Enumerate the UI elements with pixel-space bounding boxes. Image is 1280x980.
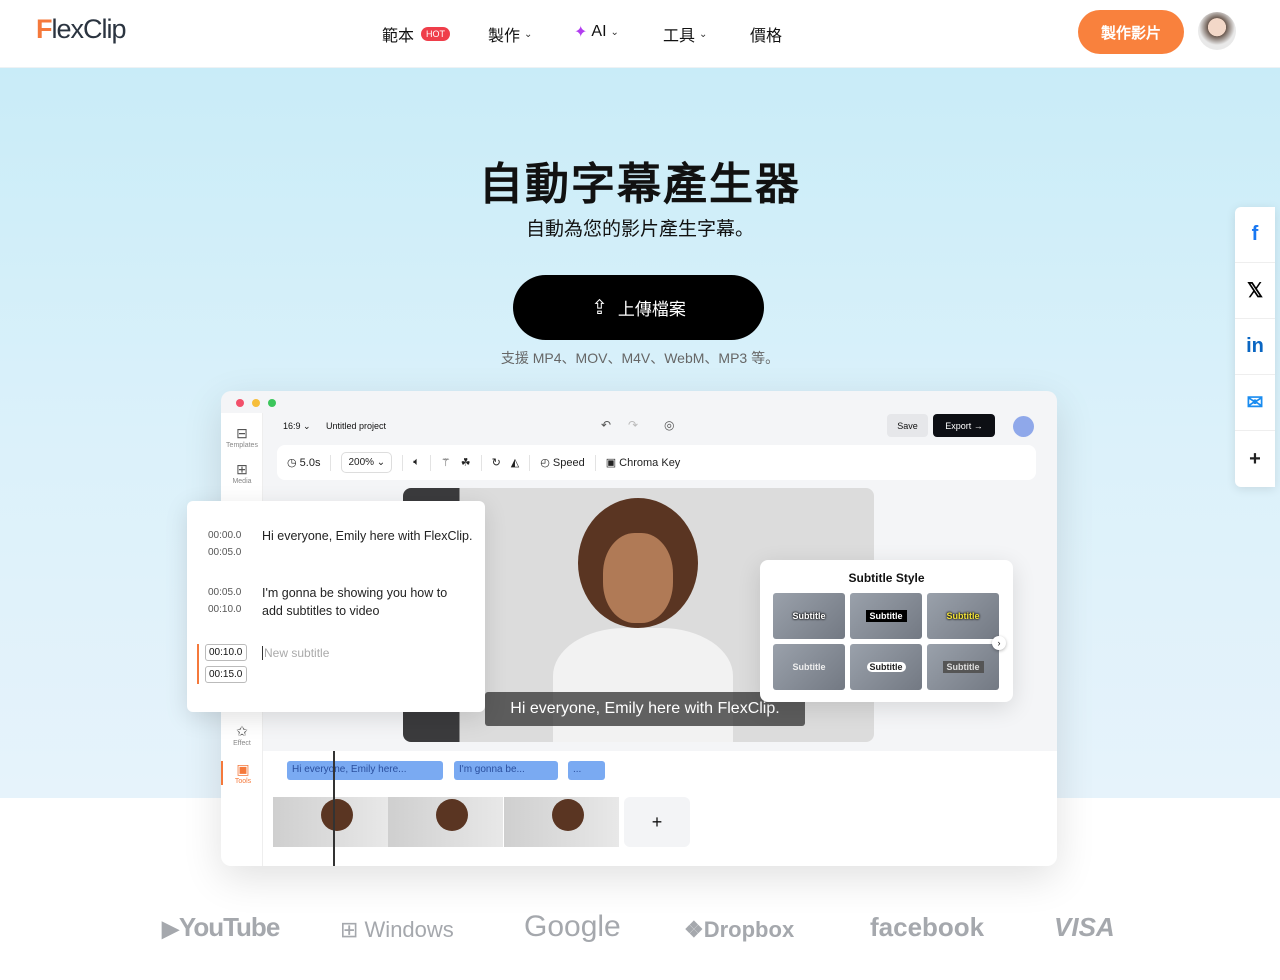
clip-thumbnail[interactable] (504, 797, 619, 847)
save-button[interactable]: Save (887, 414, 928, 437)
nav-tools[interactable]: 工具 ⌄ (663, 22, 707, 46)
magic-wand-icon[interactable]: ⚚ (441, 456, 451, 469)
redo-icon[interactable]: ↷ (628, 418, 638, 432)
sidebar-item-templates[interactable]: ⊟ Templates (221, 425, 263, 449)
media-icon: ⊞ (236, 461, 248, 477)
windows-logo: ⊞ Windows (340, 917, 454, 942)
supported-formats: 支援 MP4、MOV、M4V、WebM、MP3 等。 (500, 350, 780, 366)
sidebar-item-effect[interactable]: ✩ Effect (221, 723, 263, 747)
nav-templates[interactable]: 範本 HOT (382, 22, 451, 46)
nav-create[interactable]: 製作 ⌄ (488, 22, 532, 46)
style-tile[interactable]: Subtitle (850, 644, 922, 690)
style-tile[interactable]: Subtitle (927, 593, 999, 639)
more-share-icon[interactable]: + (1235, 431, 1275, 487)
clip-toolbar: ◷ 5.0s 200% ⌄ 🔈︎ ⚚ ☘︎ ↻ ◭ ◴ Speed ▣ Chroma… (277, 445, 1036, 480)
create-video-button[interactable]: 製作影片 (1078, 10, 1184, 54)
templates-icon: ⊟ (236, 425, 248, 441)
subtitle-time: 00:00.0 00:05.0 (208, 530, 242, 558)
hot-badge: HOT (421, 27, 451, 41)
sparkle-icon: ✦ (574, 24, 588, 41)
style-tile[interactable]: Subtitle (850, 593, 922, 639)
video-caption: Hi everyone, Emily here with FlexClip. (485, 692, 805, 726)
timeline[interactable]: Hi everyone, Emily here... I'm gonna be.… (263, 751, 1057, 866)
volume-icon[interactable]: 🔈︎ (413, 456, 420, 469)
subtitle-text[interactable]: Hi everyone, Emily here with FlexClip. (262, 527, 477, 545)
clip-thumbnail[interactable] (388, 797, 503, 847)
screenshot-icon[interactable]: ◎ (664, 418, 674, 432)
timeline-subtitle-chip[interactable]: ... (568, 761, 605, 780)
nav-pricing[interactable]: 價格 (750, 22, 782, 46)
email-share-icon[interactable]: ✉ (1235, 375, 1275, 431)
end-time-input[interactable]: 00:15.0 (205, 666, 247, 683)
new-subtitle-input[interactable]: New subtitle (262, 646, 329, 660)
avatar[interactable] (1198, 12, 1236, 50)
chevron-down-icon: ⌄ (524, 28, 533, 40)
page-title: 自動字幕產生器 (479, 160, 801, 209)
toolbox-icon: ▣ (236, 761, 250, 777)
chevron-down-icon: ⌄ (610, 26, 619, 38)
duration[interactable]: ◷ 5.0s (287, 456, 320, 469)
chroma-key-button[interactable]: ▣ Chroma Key (606, 456, 681, 469)
chevron-down-icon: ⌄ (699, 28, 708, 40)
sidebar-item-tools[interactable]: ▣ Tools (221, 761, 263, 785)
add-clip-button[interactable]: + (624, 797, 690, 847)
subject-face (603, 533, 673, 623)
speed-button[interactable]: ◴ Speed (540, 456, 584, 469)
x-share-icon[interactable]: 𝕏 (1235, 263, 1275, 319)
export-button[interactable]: Export → (933, 414, 995, 437)
playhead[interactable] (333, 751, 335, 866)
timeline-subtitle-chip[interactable]: Hi everyone, Emily here... (287, 761, 443, 780)
undo-icon[interactable]: ↶ (601, 418, 611, 432)
google-logo: Google (524, 910, 621, 943)
subtitle-time: 00:05.0 00:10.0 (208, 587, 242, 615)
style-tile[interactable]: Subtitle (927, 644, 999, 690)
aspect-ratio-select[interactable]: 16:9 ⌄ (283, 421, 311, 432)
top-nav: FlexClip 範本 HOT 製作 ⌄ ✦ AI ⌄ 工具 ⌄ 價格 製作影片 (0, 0, 1280, 68)
chevron-right-icon[interactable]: › (992, 636, 1006, 650)
page-subtitle: 自動為您的影片產生字幕。 (525, 219, 754, 240)
rotate-icon[interactable]: ↻ (492, 456, 501, 469)
subtitle-list-panel: 00:00.0 00:05.0 Hi everyone, Emily here w… (187, 501, 485, 712)
clip-thumbnail[interactable] (273, 797, 388, 847)
timeline-subtitle-chip[interactable]: I'm gonna be... (454, 761, 558, 780)
filter-icon[interactable]: ☘︎ (461, 456, 471, 469)
upload-file-button[interactable]: ⇪ 上傳檔案 (513, 275, 764, 340)
youtube-logo: ▶YouTube (162, 912, 280, 942)
upload-icon: ⇪ (591, 297, 608, 319)
subtitle-style-panel: Subtitle Style Subtitle Subtitle Subtitl… (760, 560, 1013, 702)
project-name[interactable]: Untitled project (326, 421, 386, 431)
facebook-share-icon[interactable]: f (1235, 207, 1275, 263)
visa-logo: VISA (1054, 912, 1115, 942)
facebook-logo: facebook (870, 912, 985, 942)
flip-icon[interactable]: ◭ (511, 456, 519, 469)
panel-title: Subtitle Style (848, 571, 925, 585)
linkedin-share-icon[interactable]: in (1235, 319, 1275, 375)
zoom-select[interactable]: 200% ⌄ (341, 452, 393, 473)
start-time-input[interactable]: 00:10.0 (205, 644, 247, 661)
share-bar: f 𝕏 in ✉ + (1235, 207, 1275, 487)
effect-icon: ✩ (236, 723, 248, 739)
nav-ai[interactable]: ✦ AI ⌄ (574, 22, 619, 42)
sidebar-item-media[interactable]: ⊞ Media (221, 461, 263, 485)
subtitle-text[interactable]: I'm gonna be showing you how to add subt… (262, 584, 462, 620)
style-tile[interactable]: Subtitle (773, 593, 845, 639)
dropbox-logo: ❖Dropbox (684, 917, 795, 942)
user-avatar[interactable] (1013, 416, 1034, 437)
style-tile[interactable]: Subtitle (773, 644, 845, 690)
logo[interactable]: FlexClip (36, 14, 127, 45)
